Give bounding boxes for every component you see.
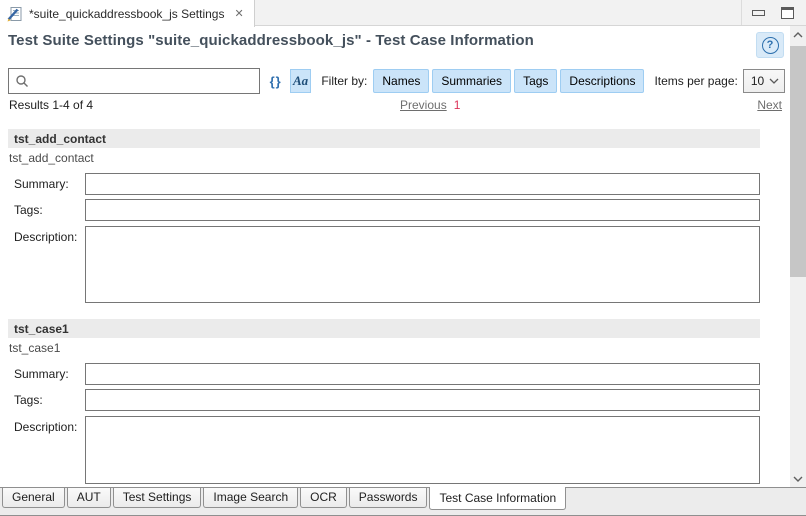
current-page-number: 1	[454, 98, 461, 112]
help-question-icon: ?	[762, 37, 779, 54]
filter-names-button[interactable]: Names	[373, 69, 429, 93]
settings-editor-content: Test Suite Settings "suite_quickaddressb…	[0, 26, 790, 487]
description-field-row: Description:	[8, 416, 760, 484]
description-textarea-tst-add-contact[interactable]	[85, 226, 760, 303]
title-row: Test Suite Settings "suite_quickaddressb…	[8, 32, 785, 60]
page-title: Test Suite Settings "suite_quickaddressb…	[8, 32, 534, 49]
scroll-down-icon[interactable]	[790, 470, 806, 487]
tags-label: Tags:	[8, 199, 85, 217]
section-header-tst-case1: tst_case1	[8, 319, 760, 338]
test-case-name: tst_add_contact	[8, 151, 785, 166]
filter-toolbar: {} Aa Filter by: Names Summaries Tags De…	[8, 68, 785, 94]
tags-field-row: Tags:	[8, 199, 760, 221]
settings-bottom-tab-bar: General AUT Test Settings Image Search O…	[0, 487, 806, 516]
items-per-page-label: Items per page:	[654, 74, 737, 88]
search-box	[8, 68, 260, 94]
vertical-scrollbar[interactable]	[790, 26, 806, 487]
help-button[interactable]: ?	[756, 32, 784, 58]
description-textarea-tst-case1[interactable]	[85, 416, 760, 484]
filter-tags-button[interactable]: Tags	[514, 69, 557, 93]
tab-image-search[interactable]: Image Search	[203, 488, 298, 508]
search-icon	[15, 74, 29, 88]
tab-test-settings[interactable]: Test Settings	[113, 488, 202, 508]
test-case-name: tst_case1	[8, 341, 785, 356]
results-count: Results 1-4 of 4	[9, 98, 93, 112]
description-label: Description:	[8, 226, 85, 244]
description-field-row: Description:	[8, 226, 760, 303]
view-window-controls	[741, 0, 806, 25]
filter-descriptions-button[interactable]: Descriptions	[560, 69, 644, 93]
test-suite-document-icon	[7, 6, 23, 22]
regex-toggle-button[interactable]: {}	[270, 74, 282, 89]
summary-field-row: Summary:	[8, 173, 760, 195]
pagination-row: Results 1-4 of 4 Previous 1 Next	[8, 97, 785, 114]
summary-label: Summary:	[8, 173, 85, 191]
filter-summaries-button[interactable]: Summaries	[432, 69, 511, 93]
tags-input-tst-add-contact[interactable]	[85, 199, 760, 221]
summary-field-row: Summary:	[8, 363, 760, 385]
minimize-icon[interactable]	[752, 10, 765, 16]
summary-input-tst-case1[interactable]	[85, 363, 760, 385]
filter-by-label: Filter by:	[321, 74, 367, 88]
filter-button-group: Names Summaries Tags Descriptions	[373, 69, 644, 93]
tags-input-tst-case1[interactable]	[85, 389, 760, 411]
tags-label: Tags:	[8, 389, 85, 407]
tabbar-spacer	[255, 0, 741, 25]
tags-field-row: Tags:	[8, 389, 760, 411]
search-input[interactable]	[8, 68, 260, 94]
summary-label: Summary:	[8, 363, 85, 381]
maximize-icon[interactable]	[781, 7, 794, 19]
tab-passwords[interactable]: Passwords	[349, 488, 428, 508]
next-link[interactable]: Next	[757, 98, 782, 112]
editor-tab-title: *suite_quickaddressbook_js Settings	[29, 7, 224, 21]
case-sensitive-toggle-button[interactable]: Aa	[290, 69, 312, 93]
tab-ocr[interactable]: OCR	[300, 488, 347, 508]
editor-tab-suite-settings[interactable]: *suite_quickaddressbook_js Settings ✕	[0, 0, 255, 27]
editor-tab-bar: *suite_quickaddressbook_js Settings ✕	[0, 0, 806, 26]
items-per-page-value: 10	[751, 74, 769, 88]
chevron-down-icon	[769, 78, 779, 84]
section-header-tst-add-contact: tst_add_contact	[8, 129, 760, 148]
pagination-links: Previous 1	[400, 98, 460, 112]
scroll-up-icon[interactable]	[790, 26, 806, 43]
summary-input-tst-add-contact[interactable]	[85, 173, 760, 195]
previous-link[interactable]: Previous	[400, 98, 447, 112]
items-per-page-select[interactable]: 10	[743, 69, 785, 93]
description-label: Description:	[8, 416, 85, 434]
squish-ide-editor-view: *suite_quickaddressbook_js Settings ✕ Te…	[0, 0, 806, 516]
tab-aut[interactable]: AUT	[67, 488, 111, 508]
close-icon[interactable]: ✕	[234, 7, 243, 20]
tab-general[interactable]: General	[2, 488, 65, 508]
scrollbar-thumb[interactable]	[790, 46, 806, 277]
tab-test-case-information[interactable]: Test Case Information	[429, 487, 566, 510]
